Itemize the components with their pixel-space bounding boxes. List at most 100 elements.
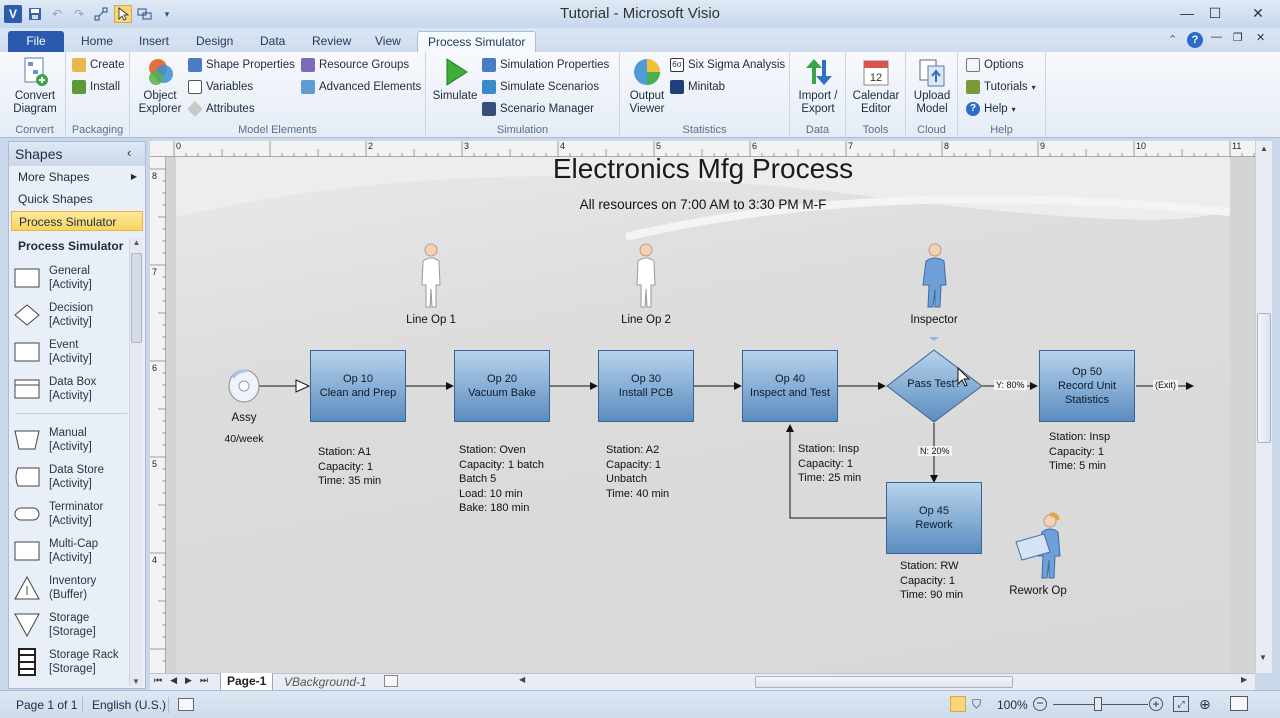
tab-process-simulator[interactable]: Process Simulator xyxy=(417,31,537,52)
ribbon-collapse-icon[interactable]: ⌃ xyxy=(1168,33,1177,46)
op20-activity[interactable]: Op 20 Vacuum Bake xyxy=(454,350,550,422)
create-button[interactable]: Create xyxy=(72,55,125,75)
stencil-manual[interactable]: Manual [Activity] xyxy=(13,422,131,458)
op50-activity[interactable]: Op 50 Record Unit Statistics xyxy=(1039,350,1135,422)
stencil-terminator-name: Terminator xyxy=(49,501,104,513)
help-button[interactable]: ? Help ▾ xyxy=(966,99,1016,119)
help-icon[interactable]: ? xyxy=(1187,32,1203,48)
scroll-down-icon[interactable]: ▼ xyxy=(1259,653,1267,662)
op20-capacity: Capacity: 1 batch xyxy=(459,458,544,471)
op45-number: Op 45 xyxy=(919,505,949,517)
vertical-scrollbar[interactable]: ▲ ▼ xyxy=(1255,141,1272,673)
stencil-scrollbar[interactable]: ▲ ▼ xyxy=(129,238,143,686)
minitab-button[interactable]: Minitab xyxy=(670,77,725,97)
doc-restore-button[interactable]: ❐ xyxy=(1233,31,1243,44)
stencil-storage-rack[interactable]: Storage Rack [Storage] xyxy=(13,644,131,680)
drawing-page[interactable]: Electronics Mfg Process All resources on… xyxy=(176,153,1230,673)
doc-minimize-button[interactable]: — xyxy=(1211,31,1222,43)
resource-groups-button[interactable]: Resource Groups xyxy=(301,55,409,75)
line-op-2-figure-icon[interactable] xyxy=(632,241,660,311)
stencil-data-store[interactable]: Data Store [Activity] xyxy=(13,459,131,495)
collapse-pane-icon[interactable]: ‹ xyxy=(127,145,131,160)
vertical-scroll-thumb[interactable] xyxy=(1257,313,1271,443)
calendar-editor-button[interactable]: 12 Calendar Editor xyxy=(848,56,904,116)
quick-shapes-button[interactable]: Quick Shapes xyxy=(11,189,143,209)
maximize-button[interactable]: ☐ xyxy=(1200,2,1230,24)
stencil-scroll-thumb[interactable] xyxy=(131,253,142,343)
scenario-manager-button[interactable]: Scenario Manager xyxy=(482,99,594,119)
stencil-multi-cap[interactable]: Multi-Cap [Activity] xyxy=(13,533,131,569)
import-export-button[interactable]: Import / Export xyxy=(792,56,844,116)
pan-zoom-icon[interactable]: ⊕ xyxy=(1199,696,1211,713)
stencil-storage[interactable]: Storage [Storage] xyxy=(13,607,131,643)
tab-view[interactable]: View xyxy=(365,31,411,52)
stencil-general[interactable]: General [Activity] xyxy=(13,260,131,296)
variables-button[interactable]: Variables xyxy=(188,77,253,97)
macro-record-icon[interactable] xyxy=(178,698,194,711)
tab-design[interactable]: Design xyxy=(186,31,243,52)
shape-properties-button[interactable]: Shape Properties xyxy=(188,55,295,75)
tab-data[interactable]: Data xyxy=(250,31,295,52)
stencil-event[interactable]: Event [Activity] xyxy=(13,334,131,370)
first-page-icon[interactable]: ⏮ xyxy=(154,675,162,686)
op40-station: Station: Insp xyxy=(798,443,860,455)
options-button[interactable]: Options xyxy=(966,55,1024,75)
attributes-button[interactable]: Attributes xyxy=(187,99,255,119)
doc-close-button[interactable]: ✕ xyxy=(1256,31,1265,44)
six-sigma-button[interactable]: 6σ Six Sigma Analysis xyxy=(670,55,785,75)
tab-file[interactable]: File xyxy=(8,31,64,52)
zoom-level[interactable]: 100% xyxy=(997,695,1028,715)
language-indicator[interactable]: English (U.S.) xyxy=(92,695,166,715)
inspector-figure-icon[interactable] xyxy=(918,241,952,311)
zoom-in-icon[interactable]: + xyxy=(1149,697,1163,711)
minimize-button[interactable]: — xyxy=(1172,2,1202,24)
advanced-elements-button[interactable]: Advanced Elements xyxy=(301,77,421,97)
op10-activity[interactable]: Op 10 Clean and Prep xyxy=(310,350,406,422)
fit-page-icon[interactable]: ⤢ xyxy=(1173,696,1189,712)
zoom-slider-thumb[interactable] xyxy=(1094,697,1102,711)
horizontal-scroll-thumb[interactable] xyxy=(755,676,1013,688)
install-button[interactable]: Install xyxy=(72,77,120,97)
stencil-inventory[interactable]: Inventory (Buffer) xyxy=(13,570,131,606)
ruler-top-4: 4 xyxy=(560,141,566,151)
output-viewer-button[interactable]: Output Viewer xyxy=(622,56,672,116)
switch-windows-icon[interactable] xyxy=(1230,696,1248,711)
line-op-1-figure-icon[interactable] xyxy=(417,241,445,311)
stencil-terminator[interactable]: Terminator [Activity] xyxy=(13,496,131,532)
scroll-left-icon[interactable]: ◀ xyxy=(519,675,525,684)
create-label: Create xyxy=(90,59,125,71)
process-simulator-stencil-button[interactable]: Process Simulator xyxy=(11,211,143,231)
tab-home[interactable]: Home xyxy=(71,31,123,52)
simulation-properties-button[interactable]: Simulation Properties xyxy=(482,55,609,75)
insert-page-icon[interactable] xyxy=(384,675,398,687)
zoom-out-icon[interactable]: − xyxy=(1033,697,1047,711)
close-button[interactable]: ✕ xyxy=(1236,2,1280,24)
simulate-button[interactable]: Simulate xyxy=(430,56,480,103)
convert-diagram-button[interactable]: Convert Diagram xyxy=(8,56,62,116)
tab-review[interactable]: Review xyxy=(302,31,361,52)
op30-activity[interactable]: Op 30 Install PCB xyxy=(598,350,694,422)
rework-op-figure-icon[interactable] xyxy=(1014,512,1070,582)
object-explorer-button[interactable]: Object Explorer xyxy=(134,56,186,116)
op45-activity[interactable]: Op 45 Rework xyxy=(886,482,982,554)
last-page-icon[interactable]: ⏭ xyxy=(200,675,208,686)
simulate-scenarios-button[interactable]: Simulate Scenarios xyxy=(482,77,599,97)
horizontal-scrollbar[interactable]: ◀ ▶ xyxy=(515,674,1255,690)
arrival-disc-icon[interactable] xyxy=(227,368,261,404)
tab-background-1[interactable]: VBackground-1 xyxy=(276,674,375,690)
tutorials-button[interactable]: Tutorials ▾ xyxy=(966,77,1036,97)
tab-page-1[interactable]: Page-1 xyxy=(220,673,274,691)
tab-insert[interactable]: Insert xyxy=(129,31,179,52)
scroll-right-icon[interactable]: ▶ xyxy=(1241,675,1247,684)
upload-model-button[interactable]: Upload Model xyxy=(908,56,956,116)
next-page-icon[interactable]: ▶ xyxy=(185,675,192,686)
normal-view-icon[interactable] xyxy=(950,696,966,712)
fullscreen-view-icon[interactable]: ⛉ xyxy=(972,697,981,712)
more-shapes-button[interactable]: More Shapes ▶ xyxy=(11,167,143,187)
stencil-data-box[interactable]: Data Box [Activity] xyxy=(13,371,131,407)
page-count[interactable]: Page 1 of 1 xyxy=(16,695,77,715)
stencil-decision[interactable]: Decision [Activity] xyxy=(13,297,131,333)
op40-activity[interactable]: Op 40 Inspect and Test xyxy=(742,350,838,422)
prev-page-icon[interactable]: ◀ xyxy=(170,675,177,686)
scroll-up-icon[interactable]: ▲ xyxy=(1256,144,1272,153)
